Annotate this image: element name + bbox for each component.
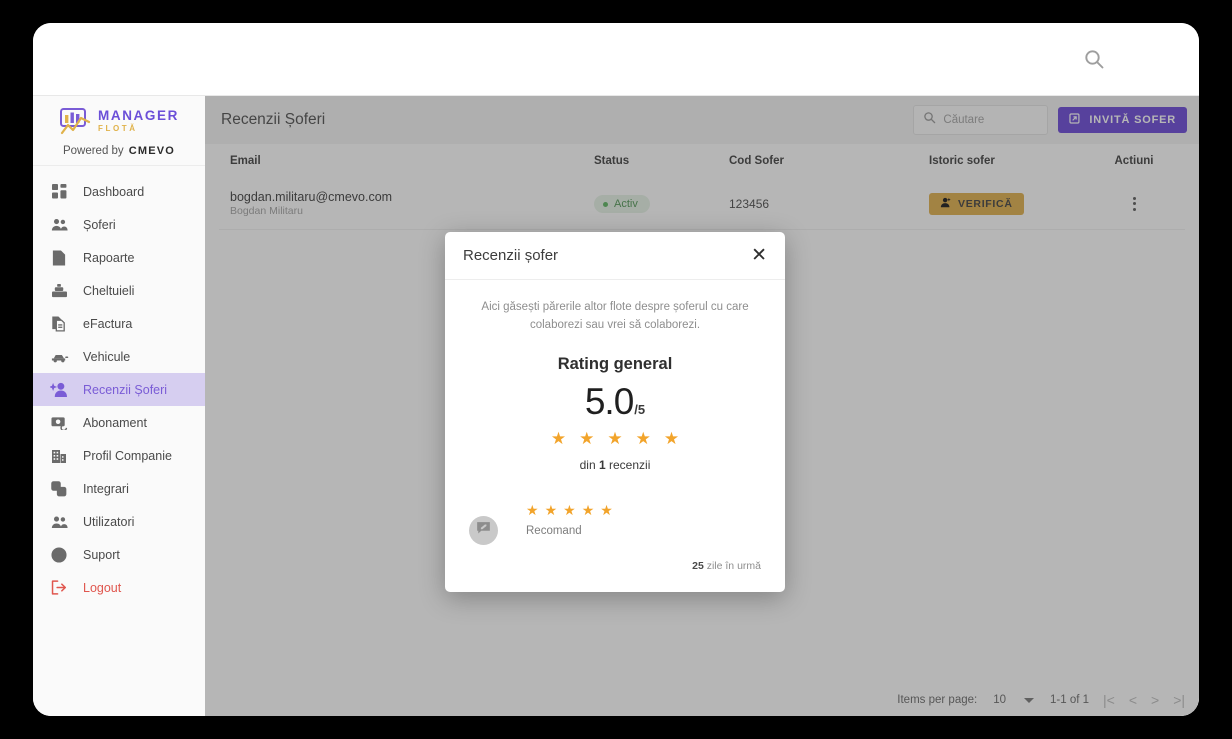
documents-copy-icon (49, 316, 69, 332)
people-icon (49, 217, 69, 232)
star-icon: ★ (607, 428, 623, 448)
sidebar-item-dashboard[interactable]: Dashboard (33, 175, 205, 208)
sidebar-item-suport[interactable]: Suport (33, 538, 205, 571)
sidebar-item-label: Recenzii Șoferi (83, 382, 168, 397)
sidebar-item-logout[interactable]: Logout (33, 571, 205, 604)
review-count-suffix: recenzii (609, 457, 651, 472)
logo-chart-icon (59, 106, 93, 136)
sidebar-item-label: Vehicule (83, 349, 131, 364)
integrations-icon (49, 480, 69, 497)
logo-title: MANAGER (98, 108, 179, 124)
sidebar-item-label: Rapoarte (83, 250, 135, 265)
rating-score-value: 5.0 (584, 380, 634, 422)
users-icon (49, 515, 69, 529)
cash-register-icon (49, 283, 69, 298)
globe-support-icon (49, 546, 69, 563)
document-icon (49, 249, 69, 266)
modal-header: Recenzii șofer ✕ (445, 232, 785, 280)
sidebar: MANAGER FLOTĂ Powered by CMEVO Dashboard (33, 96, 205, 716)
star-icon: ★ (544, 501, 558, 518)
sidebar-item-label: Cheltuieli (83, 283, 135, 298)
review-time-value: 25 (692, 559, 704, 572)
star-icon: ★ (550, 428, 567, 448)
sidebar-item-integrari[interactable]: Integrari (33, 472, 205, 505)
sidebar-item-label: Logout (83, 580, 122, 595)
sidebar-item-label: Suport (83, 547, 120, 562)
star-icon: ★ (526, 501, 539, 518)
sidebar-item-abonament[interactable]: Abonament (33, 406, 205, 439)
rating-general-label: Rating general (557, 354, 673, 373)
modal-description: Aici găsești părerile altor flote despre… (481, 301, 749, 331)
sidebar-item-label: Dashboard (83, 184, 145, 199)
powered-by: Powered by CMEVO (63, 145, 175, 157)
sidebar-item-profil-companie[interactable]: Profil Companie (33, 439, 205, 472)
sidebar-item-cheltuieli[interactable]: Cheltuieli (33, 274, 205, 307)
person-add-icon (49, 382, 69, 397)
sidebar-item-vehicule[interactable]: Vehicule (33, 340, 205, 373)
money-card-icon (49, 416, 69, 430)
star-icon: ★ (663, 428, 680, 448)
review-time: 25 zile în urmă (692, 560, 761, 572)
review-count-prefix: din (579, 457, 596, 472)
grid-dashboard-icon (49, 184, 69, 199)
sidebar-nav: Dashboard Șoferi Rapoarte Cheltuieli eFa… (33, 166, 205, 604)
car-icon (49, 351, 69, 363)
review-time-suffix: zile în urmă (706, 559, 761, 572)
rating-stars: ★ ★ ★ ★ ★ (469, 429, 761, 449)
star-icon: ★ (635, 428, 651, 448)
sidebar-item-label: Integrari (83, 481, 129, 496)
comment-icon (476, 521, 491, 540)
building-icon (49, 448, 69, 464)
close-icon[interactable]: ✕ (751, 246, 767, 265)
avatar (469, 515, 498, 545)
rating-score-suffix: /5 (634, 401, 646, 417)
sidebar-item-label: Șoferi (83, 217, 116, 232)
sidebar-item-rapoarte[interactable]: Rapoarte (33, 241, 205, 274)
review-text: Recomand (526, 524, 582, 537)
star-icon: ★ (563, 501, 576, 518)
rating-score: 5.0 /5 (469, 381, 761, 423)
logo-subtitle: FLOTĂ (98, 123, 138, 133)
review-stars: ★ ★ ★ ★ ★ (526, 502, 761, 519)
sidebar-item-label: eFactura (83, 316, 133, 331)
modal-body: Aici găsești părerile altor flote despre… (445, 280, 785, 592)
review-count-value: 1 (598, 457, 606, 472)
sidebar-item-recenzii-soferi[interactable]: Recenzii Șoferi (33, 373, 205, 406)
star-icon: ★ (579, 428, 595, 448)
driver-reviews-modal: Recenzii șofer ✕ Aici găsești părerile a… (445, 232, 785, 592)
sidebar-logo: MANAGER FLOTĂ Powered by CMEVO (33, 96, 205, 166)
powered-by-prefix: Powered by (62, 145, 124, 157)
sidebar-item-label: Utilizatori (83, 514, 135, 529)
browser-toolbar (33, 23, 1199, 96)
sidebar-item-soferi[interactable]: Șoferi (33, 208, 205, 241)
review-item: ★ ★ ★ ★ ★ Recomand 25 zile în urmă (469, 502, 761, 572)
powered-by-brand: CMEVO (128, 145, 176, 157)
sidebar-item-label: Abonament (83, 415, 147, 430)
sidebar-item-label: Profil Companie (83, 448, 172, 463)
sidebar-item-efactura[interactable]: eFactura (33, 307, 205, 340)
hamburger-menu-icon[interactable] (1134, 47, 1164, 72)
star-icon: ★ (600, 501, 613, 518)
review-count-line: din 1 recenzii (469, 458, 761, 472)
star-icon: ★ (581, 501, 595, 518)
logout-icon (49, 580, 69, 595)
modal-title: Recenzii șofer (463, 247, 559, 264)
sidebar-item-utilizatori[interactable]: Utilizatori (33, 505, 205, 538)
search-icon[interactable] (1082, 47, 1106, 71)
browser-window: MANAGER FLOTĂ Powered by CMEVO Dashboard (33, 23, 1199, 716)
